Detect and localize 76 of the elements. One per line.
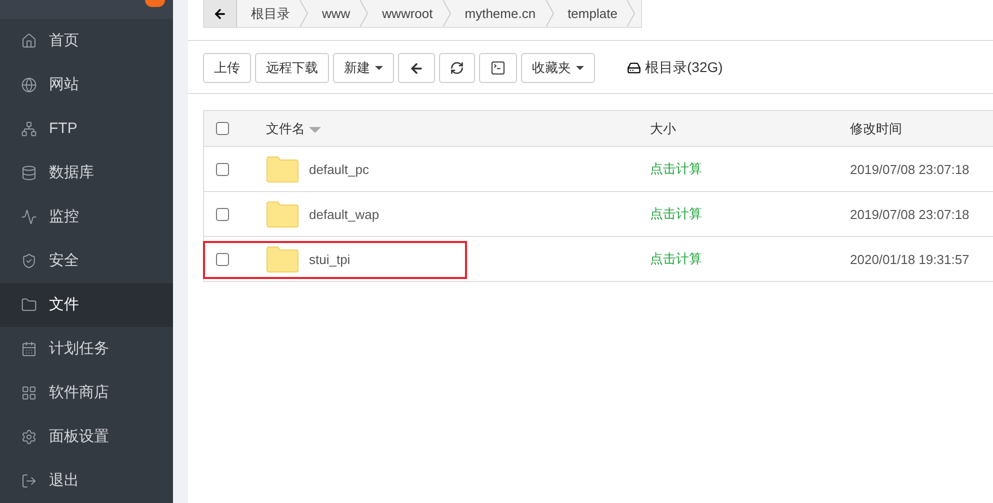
column-header: 修改时间	[850, 120, 903, 138]
folder-icon	[266, 156, 299, 182]
sidebar-label: 安全	[49, 251, 79, 270]
sidebar-label: 计划任务	[49, 339, 109, 358]
chevron-icon	[300, 0, 308, 27]
sidebar-item[interactable]: 网站	[0, 62, 173, 107]
shield-icon	[21, 252, 37, 269]
sidebar-item[interactable]: 安全	[0, 238, 173, 283]
sidebar-label: 退出	[49, 471, 79, 490]
sidebar-item[interactable]: 文件	[0, 282, 173, 327]
breadcrumb-link[interactable]: 根目录	[237, 6, 300, 22]
dropdown-button[interactable]: 新建	[333, 53, 394, 83]
caret-icon	[576, 66, 584, 70]
network-icon	[21, 120, 37, 137]
back-button[interactable]	[204, 0, 237, 27]
breadcrumb-link[interactable]: www	[308, 6, 360, 22]
pulse-icon	[21, 208, 37, 225]
sidebar-item[interactable]: 首页	[0, 18, 173, 63]
sort-icon	[308, 126, 321, 132]
toolbar-button[interactable]: 上传	[203, 53, 251, 83]
sidebar-label: 数据库	[49, 163, 94, 182]
badge-icon	[145, 0, 165, 7]
database-icon	[21, 164, 37, 181]
back-button[interactable]	[398, 53, 435, 83]
modified-time: 2019/07/08 23:07:18	[850, 162, 970, 176]
grid-icon	[21, 384, 37, 401]
logout-icon	[21, 472, 37, 489]
hard-drive-icon	[627, 61, 641, 75]
folder-icon	[266, 246, 299, 272]
modified-time: 2019/07/08 23:07:18	[850, 206, 970, 222]
sidebar-label: 文件	[49, 295, 79, 314]
arrow-left-icon	[213, 6, 227, 20]
terminal-icon	[490, 60, 506, 76]
settings-icon	[21, 428, 37, 445]
breadcrumb-link[interactable]: mytheme.cn	[450, 6, 546, 22]
disk-label: 根目录(32G)	[645, 59, 723, 77]
globe-icon	[21, 76, 37, 93]
chevron-icon	[360, 0, 368, 27]
sidebar-item[interactable]: 退出	[0, 458, 173, 503]
calendar-icon	[21, 340, 37, 357]
dropdown-button[interactable]: 收藏夹	[521, 53, 595, 83]
row-checkbox[interactable]	[216, 208, 229, 220]
refresh-button[interactable]	[439, 53, 475, 83]
sidebar-item[interactable]: FTP	[0, 106, 173, 151]
sidebar-item[interactable]: 监控	[0, 194, 173, 239]
row-checkbox[interactable]	[216, 162, 229, 176]
file-name[interactable]: default_wap	[309, 206, 380, 222]
breadcrumb-link[interactable]: wwwroot	[368, 6, 443, 22]
folder-icon	[21, 296, 37, 313]
select-all-checkbox[interactable]	[216, 122, 229, 135]
sidebar-label: 网站	[49, 75, 79, 94]
sidebar-label: 软件商店	[49, 383, 109, 402]
sidebar-item[interactable]: 面板设置	[0, 414, 173, 459]
sidebar-label: 首页	[49, 31, 79, 50]
chevron-icon	[627, 0, 636, 27]
file-name[interactable]: default_pc	[309, 162, 369, 176]
column-header[interactable]: 文件名	[266, 120, 321, 138]
chevron-icon	[442, 0, 451, 27]
modified-time: 2020/01/18 19:31:57	[850, 252, 970, 266]
sidebar-item[interactable]: 计划任务	[0, 326, 173, 371]
sidebar-item[interactable]: 数据库	[0, 150, 173, 195]
breadcrumb-link[interactable]: template	[554, 6, 628, 22]
sidebar-label: 面板设置	[49, 427, 109, 446]
toolbar-button[interactable]: 远程下载	[255, 53, 329, 83]
caret-icon	[375, 66, 383, 70]
row-checkbox[interactable]	[216, 252, 229, 266]
sidebar-label: FTP	[49, 120, 78, 138]
chevron-icon	[546, 0, 554, 27]
sidebar-item[interactable]: 软件商店	[0, 370, 173, 415]
sidebar-label: 监控	[49, 207, 79, 226]
terminal-button[interactable]	[479, 53, 517, 83]
refresh-icon	[450, 61, 464, 75]
home-icon	[21, 32, 37, 49]
column-header: 大小	[650, 120, 677, 138]
folder-icon	[266, 200, 299, 228]
file-name[interactable]: stui_tpi	[309, 252, 350, 266]
